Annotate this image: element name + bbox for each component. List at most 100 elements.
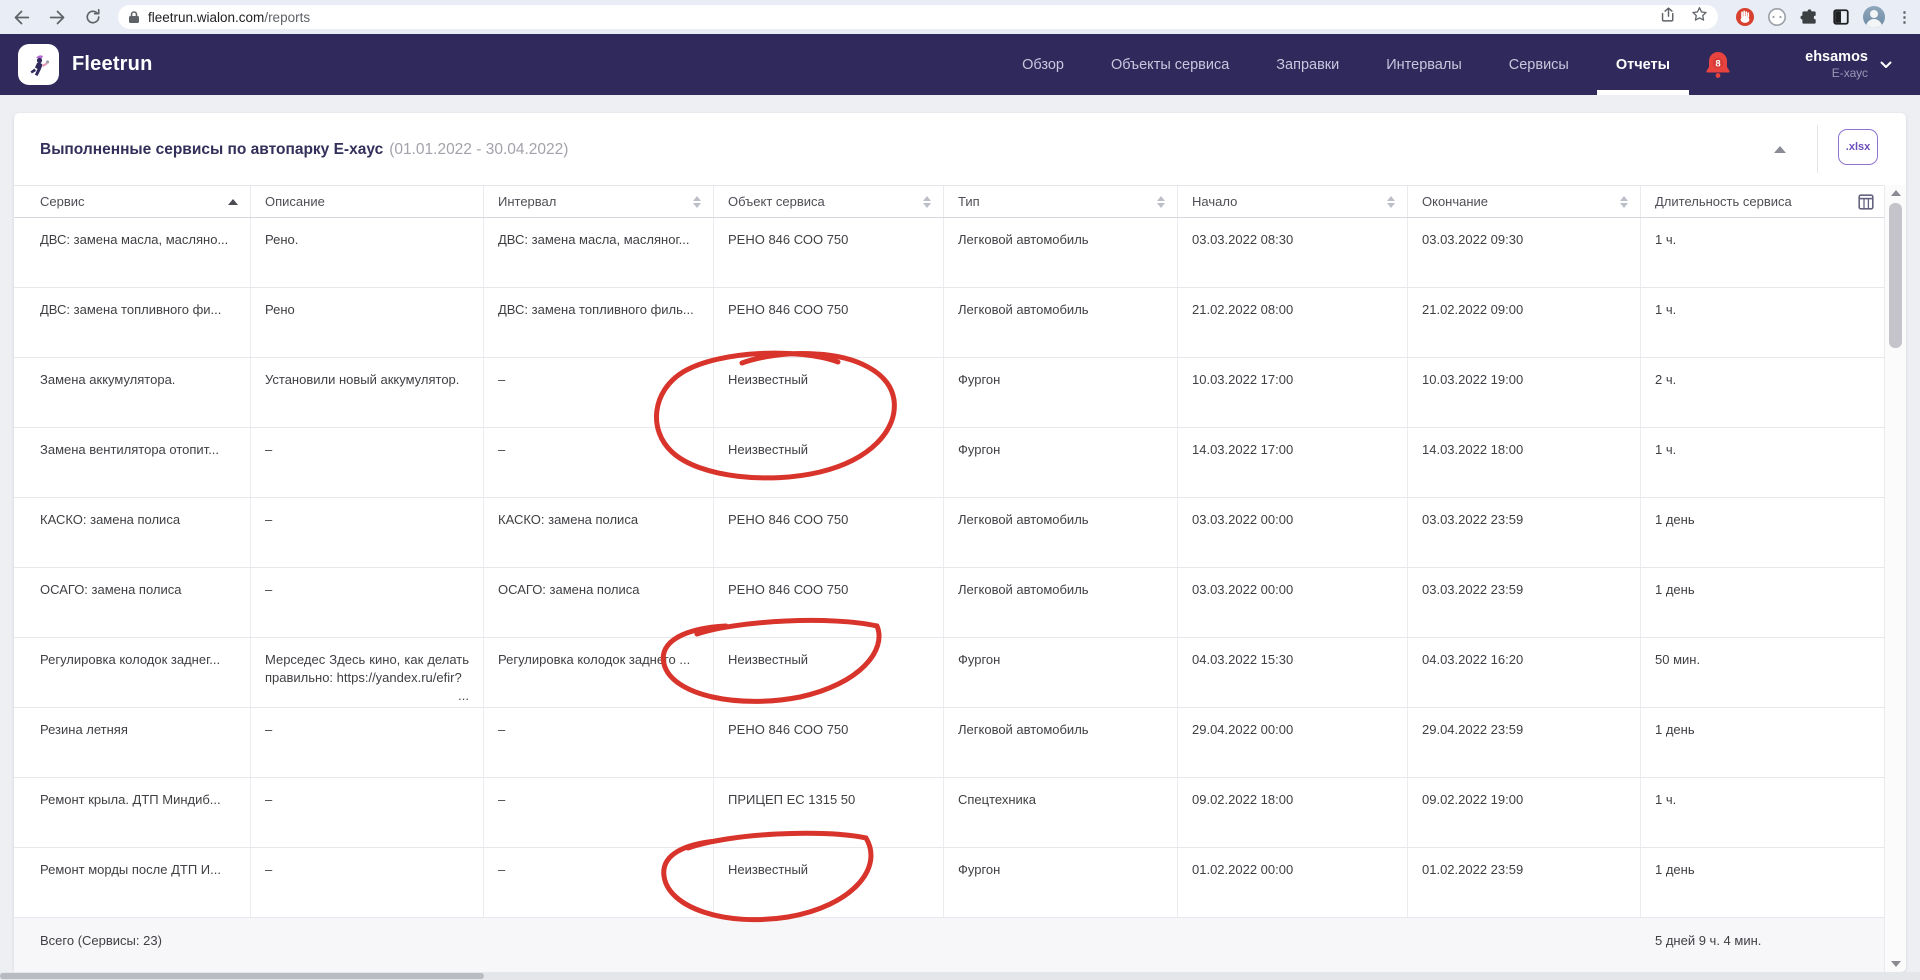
cell-start: 29.04.2022 00:00: [1178, 708, 1408, 777]
cell-end: 21.02.2022 09:00: [1408, 288, 1641, 357]
horizontal-scrollbar-thumb[interactable]: [0, 973, 484, 979]
nav-item-заправки[interactable]: Заправки: [1276, 34, 1339, 95]
browser-menu-icon[interactable]: ⋮: [1897, 8, 1912, 26]
scroll-down-arrow[interactable]: [1891, 961, 1901, 967]
nav-item-сервисы[interactable]: Сервисы: [1509, 34, 1569, 95]
sort-icon[interactable]: [1620, 196, 1628, 208]
sort-icon[interactable]: [693, 196, 701, 208]
cell-service: Ремонт крыла. ДТП Миндиб...: [14, 778, 251, 847]
notifications-button[interactable]: 8: [1701, 48, 1735, 82]
table-vertical-scrollbar[interactable]: [1884, 185, 1906, 972]
page-content: Выполненные сервисы по автопарку Е-хаус(…: [0, 95, 1920, 980]
column-header-type[interactable]: Тип: [944, 186, 1178, 217]
cell-start: 04.03.2022 15:30: [1178, 638, 1408, 707]
chevron-down-icon: [1880, 61, 1892, 69]
cell-type: Легковой автомобиль: [944, 218, 1178, 287]
services-table: СервисОписаниеИнтервалОбъект сервисаТипН…: [14, 185, 1884, 972]
table-row[interactable]: Регулировка колодок заднег...Мерседес Зд…: [14, 638, 1884, 708]
sort-icon[interactable]: [1387, 196, 1395, 208]
column-header-start[interactable]: Начало: [1178, 186, 1408, 217]
cell-type: Легковой автомобиль: [944, 288, 1178, 357]
table-row[interactable]: КАСКО: замена полиса–КАСКО: замена полис…: [14, 498, 1884, 568]
extension-circle-icon[interactable]: [1767, 7, 1787, 27]
nav-item-отчеты[interactable]: Отчеты: [1616, 34, 1670, 95]
sort-ascending-icon[interactable]: [228, 199, 238, 205]
report-card: Выполненные сервисы по автопарку Е-хаус(…: [14, 113, 1906, 972]
cell-type: Фургон: [944, 428, 1178, 497]
cell-type: Фургон: [944, 358, 1178, 427]
adblock-extension-icon[interactable]: [1735, 7, 1755, 27]
cell-unit: РЕНО 846 СОО 750: [714, 708, 944, 777]
share-icon[interactable]: [1660, 6, 1677, 28]
table-row[interactable]: Ремонт морды после ДТП И...––Неизвестный…: [14, 848, 1884, 918]
cell-service: Замена вентилятора отопит...: [14, 428, 251, 497]
browser-profile-avatar[interactable]: [1863, 6, 1885, 28]
column-header-service[interactable]: Сервис: [14, 186, 251, 217]
export-xlsx-button[interactable]: .xlsx: [1838, 129, 1878, 165]
cell-end: 09.02.2022 19:00: [1408, 778, 1641, 847]
column-header-duration[interactable]: Длительность сервиса: [1641, 186, 1884, 217]
collapse-report-button[interactable]: [1766, 137, 1794, 161]
browser-forward-button[interactable]: [42, 3, 72, 31]
user-organization: E-хаус: [1805, 66, 1868, 80]
page-horizontal-scrollbar[interactable]: [0, 972, 1920, 980]
nav-item-интервалы[interactable]: Интервалы: [1386, 34, 1462, 95]
side-panel-icon[interactable]: [1831, 7, 1851, 27]
sort-icon[interactable]: [1157, 196, 1165, 208]
sort-icon[interactable]: [923, 196, 931, 208]
table-header-row: Сервис Описание ИнтервалОбъект сервисаТипН…: [14, 185, 1884, 218]
cell-description: Рено: [251, 288, 484, 357]
cell-duration: 1 день: [1641, 708, 1884, 777]
cell-interval: Регулировка колодок заднего ...: [484, 638, 714, 707]
cell-unit: Неизвестный: [714, 358, 944, 427]
column-label: Длительность сервиса: [1655, 194, 1792, 209]
browser-back-button[interactable]: [6, 3, 36, 31]
column-label: Описание: [265, 194, 325, 209]
cell-duration: 1 день: [1641, 568, 1884, 637]
scrollbar-thumb[interactable]: [1889, 203, 1902, 348]
table-row[interactable]: Замена аккумулятора.Установили новый акк…: [14, 358, 1884, 428]
column-header-interval[interactable]: Интервал: [484, 186, 714, 217]
extensions-puzzle-icon[interactable]: [1799, 7, 1819, 27]
user-name: ehsamos: [1805, 49, 1868, 66]
cell-start: 09.02.2022 18:00: [1178, 778, 1408, 847]
browser-reload-button[interactable]: [78, 3, 108, 31]
scroll-up-arrow[interactable]: [1891, 190, 1901, 196]
cell-interval: –: [484, 428, 714, 497]
notification-count-badge: 8: [1715, 58, 1720, 69]
cell-type: Спецтехника: [944, 778, 1178, 847]
nav-item-обзор[interactable]: Обзор: [1022, 34, 1064, 95]
fleetrun-logo[interactable]: [18, 44, 59, 85]
table-row[interactable]: Резина летняя––РЕНО 846 СОО 750Легковой …: [14, 708, 1884, 778]
cell-type: Фургон: [944, 638, 1178, 707]
cell-description: –: [251, 498, 484, 567]
cell-unit: РЕНО 846 СОО 750: [714, 288, 944, 357]
cell-unit: РЕНО 846 СОО 750: [714, 498, 944, 567]
cell-interval: –: [484, 848, 714, 917]
total-duration: 5 дней 9 ч. 4 мин.: [1641, 918, 1884, 972]
cell-start: 03.03.2022 00:00: [1178, 498, 1408, 567]
cell-end: 03.03.2022 23:59: [1408, 498, 1641, 567]
nav-item-объекты-сервиса[interactable]: Объекты сервиса: [1111, 34, 1229, 95]
user-menu[interactable]: ehsamos E-хаус: [1805, 34, 1892, 95]
cell-description: –: [251, 708, 484, 777]
brand-name[interactable]: Fleetrun: [72, 34, 153, 95]
cell-type: Легковой автомобиль: [944, 708, 1178, 777]
column-chooser-icon[interactable]: [1858, 194, 1874, 213]
cell-duration: 2 ч.: [1641, 358, 1884, 427]
table-row[interactable]: Ремонт крыла. ДТП Миндиб...––ПРИЦЕП ЕС 1…: [14, 778, 1884, 848]
cell-service: ДВС: замена топливного фи...: [14, 288, 251, 357]
cell-service: ДВС: замена масла, масляно...: [14, 218, 251, 287]
cell-description: –: [251, 428, 484, 497]
cell-end: 01.02.2022 23:59: [1408, 848, 1641, 917]
app-header: Fleetrun Обзор Объекты сервиса Заправки Инт…: [0, 34, 1920, 95]
table-row[interactable]: ОСАГО: замена полиса–ОСАГО: замена полис…: [14, 568, 1884, 638]
column-header-end[interactable]: Окончание: [1408, 186, 1641, 217]
column-header-unit[interactable]: Объект сервиса: [714, 186, 944, 217]
table-row[interactable]: ДВС: замена масла, масляно...Рено.ДВС: з…: [14, 218, 1884, 288]
address-bar[interactable]: fleetrun.wialon.com/reports: [118, 5, 1718, 29]
bookmark-star-icon[interactable]: [1691, 6, 1708, 28]
table-row[interactable]: Замена вентилятора отопит...––Неизвестны…: [14, 428, 1884, 498]
cell-service: ОСАГО: замена полиса: [14, 568, 251, 637]
table-row[interactable]: ДВС: замена топливного фи...РеноДВС: зам…: [14, 288, 1884, 358]
